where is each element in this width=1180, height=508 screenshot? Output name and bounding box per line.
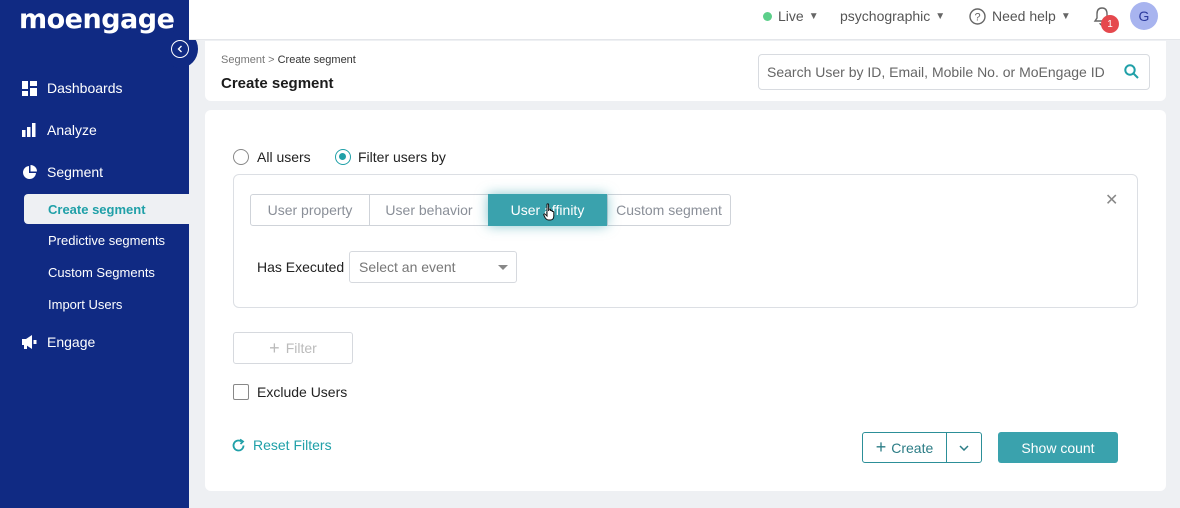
plus-icon: +	[269, 337, 280, 358]
all-users-radio[interactable]	[233, 149, 249, 165]
event-select-placeholder: Select an event	[359, 259, 456, 275]
collapse-sidebar-button[interactable]	[171, 40, 189, 58]
create-label: Create	[891, 439, 934, 456]
breadcrumb-current: Create segment	[277, 54, 356, 66]
notification-count-badge: 1	[1101, 15, 1119, 33]
plus-icon: +	[875, 437, 887, 457]
chevron-down-icon: ▼	[808, 10, 819, 22]
sidebar-item-engage[interactable]: Engage	[0, 324, 189, 360]
has-executed-label: Has Executed	[257, 259, 345, 275]
user-search-box	[758, 54, 1150, 90]
chevron-down-icon: ▼	[935, 10, 946, 22]
sidebar: moengage Dashboards Analyze Segment Crea…	[0, 0, 198, 508]
filter-users-radio[interactable]	[335, 149, 351, 165]
add-filter-button[interactable]: + Filter	[233, 332, 353, 364]
hand-pointer-cursor-icon	[543, 203, 557, 226]
exclude-users-checkbox[interactable]	[233, 384, 249, 400]
sidebar-item-label: Analyze	[47, 122, 97, 138]
close-icon[interactable]: ✕	[1105, 190, 1118, 210]
environment-label: Live	[778, 8, 804, 24]
dashboard-icon	[21, 80, 37, 96]
breadcrumb: Segment > Create segment	[221, 54, 356, 66]
chevron-down-icon: ▼	[1060, 10, 1071, 22]
sidebar-item-dashboards[interactable]: Dashboards	[0, 70, 189, 106]
create-button[interactable]: + Create	[863, 433, 947, 462]
refresh-icon	[231, 438, 246, 453]
bar-chart-icon	[21, 122, 37, 138]
workspace-dropdown[interactable]: psychographic ▼	[840, 0, 945, 32]
sidebar-item-label: Engage	[47, 334, 96, 350]
create-split-button: + Create	[862, 432, 982, 463]
filter-users-label: Filter users by	[358, 149, 446, 165]
reset-filters-label: Reset Filters	[253, 437, 332, 453]
svg-text:?: ?	[974, 11, 980, 23]
sidebar-item-label: Dashboards	[47, 80, 123, 96]
workspace-label: psychographic	[840, 8, 931, 24]
chevron-down-icon	[959, 444, 969, 451]
sidebar-item-analyze[interactable]: Analyze	[0, 112, 189, 148]
tab-user-property[interactable]: User property	[250, 194, 370, 226]
user-avatar[interactable]: G	[1130, 2, 1158, 30]
environment-dropdown[interactable]: Live ▼	[763, 0, 819, 32]
search-icon[interactable]	[1124, 64, 1139, 84]
pie-chart-icon	[21, 164, 37, 180]
live-status-dot	[763, 11, 772, 21]
sidebar-subitem-predictive-segments[interactable]: Predictive segments	[24, 225, 189, 255]
tab-user-behavior[interactable]: User behavior	[369, 194, 489, 226]
caret-down-icon	[498, 265, 508, 270]
tab-custom-segment[interactable]: Custom segment	[607, 194, 731, 226]
sidebar-item-segment[interactable]: Segment	[0, 154, 189, 190]
user-search-input[interactable]	[759, 55, 1109, 89]
chevron-left-icon	[177, 45, 182, 53]
show-count-button[interactable]: Show count	[998, 432, 1118, 463]
moengage-logo[interactable]: moengage	[19, 4, 175, 35]
exclude-users-label: Exclude Users	[257, 384, 348, 400]
sidebar-item-label: Segment	[47, 164, 104, 180]
help-dropdown[interactable]: ? Need help ▼	[969, 0, 1071, 32]
event-select[interactable]: Select an event	[349, 251, 517, 283]
breadcrumb-parent[interactable]: Segment	[221, 54, 265, 66]
megaphone-icon	[21, 334, 37, 350]
page-title: Create segment	[221, 75, 334, 92]
sidebar-subitem-custom-segments[interactable]: Custom Segments	[24, 257, 189, 287]
help-icon: ?	[969, 7, 986, 25]
create-options-dropdown[interactable]	[947, 433, 981, 462]
add-filter-label: Filter	[285, 340, 317, 356]
help-label: Need help	[992, 8, 1056, 24]
all-users-label: All users	[257, 149, 311, 165]
reset-filters-link[interactable]: Reset Filters	[231, 437, 332, 453]
sidebar-subitem-import-users[interactable]: Import Users	[24, 289, 189, 319]
breadcrumb-separator: >	[268, 54, 275, 66]
sidebar-subitem-create-segment[interactable]: Create segment	[24, 194, 189, 224]
